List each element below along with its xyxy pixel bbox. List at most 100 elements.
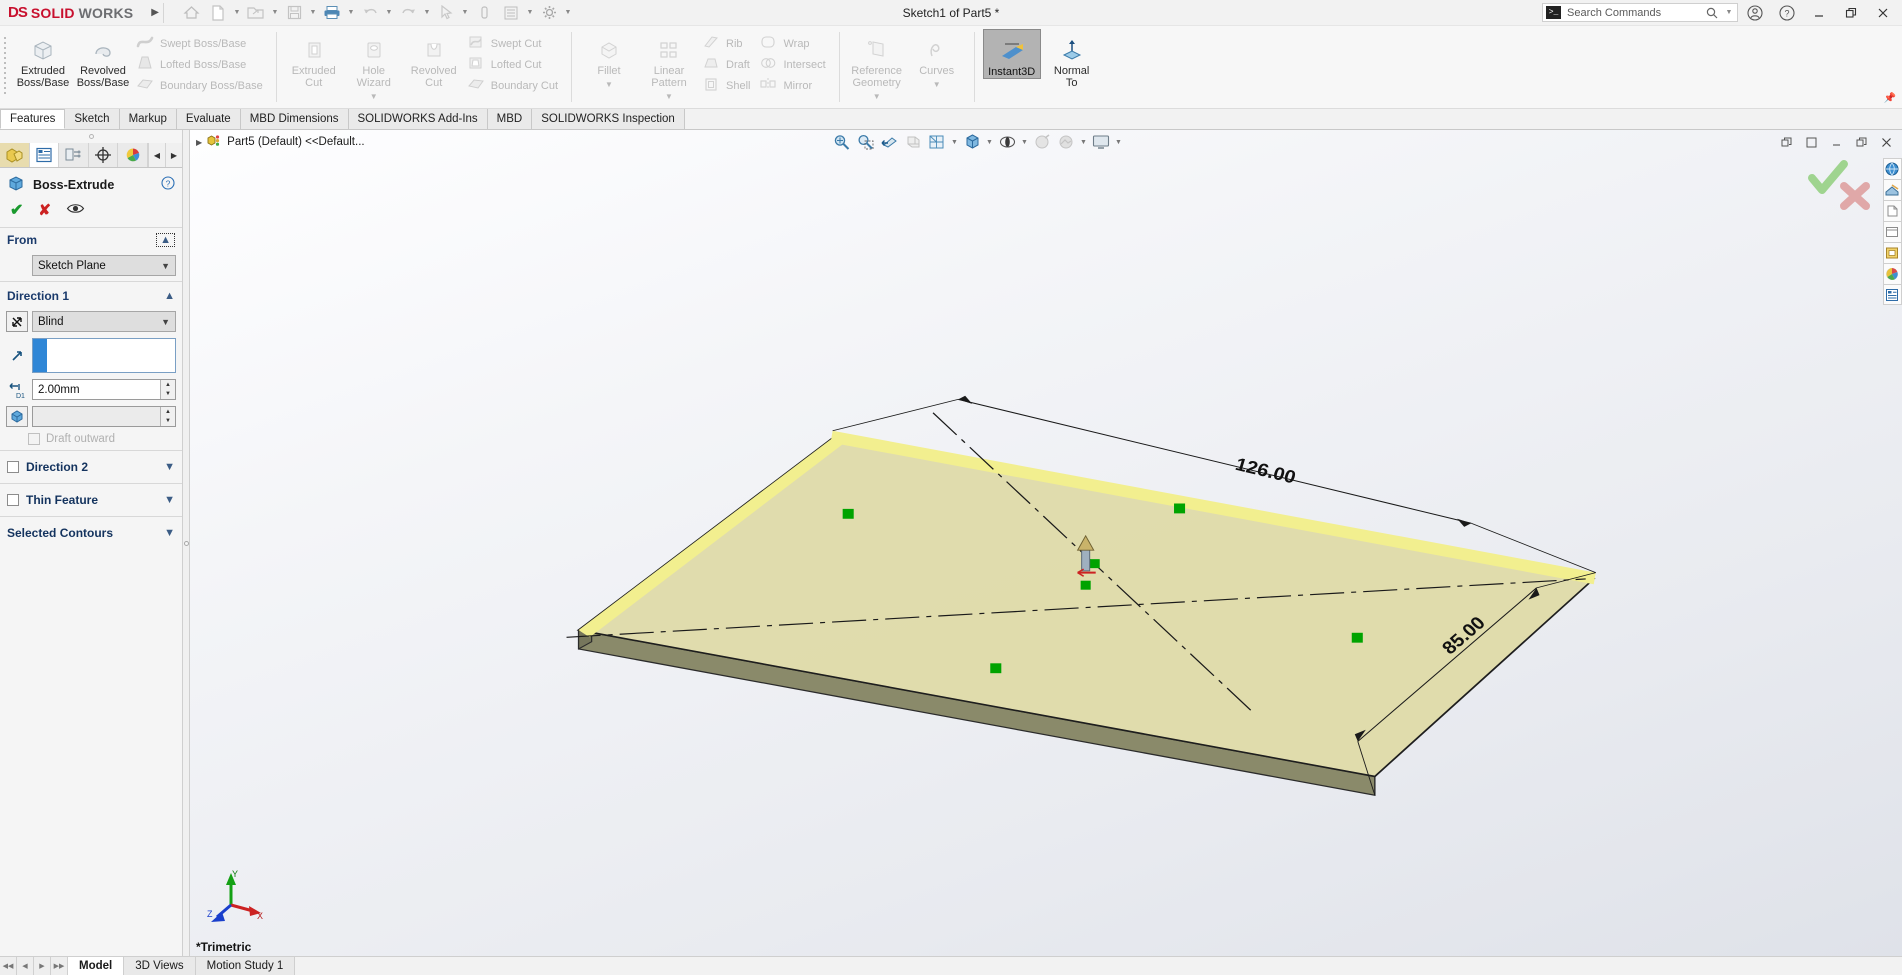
undo-icon[interactable] [357, 2, 383, 24]
display-manager-tab[interactable] [118, 143, 148, 167]
lofted-cut-button[interactable]: Lofted Cut [465, 54, 563, 75]
fillet-dropdown-icon[interactable]: ▼ [605, 79, 613, 91]
instant3d-button[interactable]: Instant3D [982, 29, 1041, 79]
draft-outward-row[interactable]: Draft outward [0, 430, 182, 448]
properties-dropdown-icon[interactable]: ▼ [525, 9, 535, 16]
search-dropdown-icon[interactable]: ▼ [1724, 9, 1734, 16]
restore-button[interactable] [1836, 2, 1866, 24]
tab-nav-last-button[interactable]: ▶▶ [51, 957, 68, 975]
bottom-tab-motion-study[interactable]: Motion Study 1 [195, 957, 296, 975]
help-icon[interactable]: ? [161, 176, 175, 193]
extruded-cut-button[interactable]: Extruded Cut [285, 29, 343, 89]
selected-contours-section-header[interactable]: Selected Contours ▼ [0, 519, 182, 547]
draft-spinner-down[interactable]: ▼ [161, 417, 175, 427]
preview-eye-icon[interactable] [66, 202, 85, 218]
document-properties-icon[interactable] [1882, 284, 1902, 305]
graphics-area[interactable]: ▶ Part5 (Default) <<Default... ▼ ▼ ▼ ▼ ▼… [190, 130, 1902, 956]
end-condition-select[interactable]: Blind ▼ [32, 311, 176, 332]
select-dropdown-icon[interactable]: ▼ [460, 9, 470, 16]
save-dropdown-icon[interactable]: ▼ [308, 9, 318, 16]
hole-wizard-button[interactable]: Hole Wizard ▼ [345, 29, 403, 103]
ribbon-grip[interactable] [0, 26, 9, 108]
save-icon[interactable] [281, 2, 307, 24]
draft-angle-input[interactable]: ▲ ▼ [32, 406, 176, 427]
configuration-manager-tab[interactable] [59, 143, 89, 167]
depth-input[interactable]: 2.00mm ▲ ▼ [32, 379, 176, 400]
direction2-section-header[interactable]: Direction 2 ▼ [0, 453, 182, 481]
cancel-button[interactable]: ✘ [38, 201, 51, 219]
view-palette-icon[interactable] [1882, 221, 1902, 242]
bottom-tab-model[interactable]: Model [68, 957, 125, 975]
direction2-checkbox[interactable] [7, 461, 19, 473]
direction1-collapse-icon[interactable]: ▲ [164, 290, 175, 302]
help-icon[interactable]: ? [1772, 2, 1802, 24]
bottom-tab-3d-views[interactable]: 3D Views [124, 957, 196, 975]
home-icon[interactable] [178, 2, 204, 24]
open-folder-icon[interactable] [243, 2, 269, 24]
tab-nav-prev-button[interactable]: ◀ [17, 957, 34, 975]
options-gear-icon[interactable] [536, 2, 562, 24]
manager-tab-prev-button[interactable]: ◀ [148, 143, 165, 167]
linear-pattern-button[interactable]: Linear Pattern ▼ [640, 29, 698, 103]
from-section-header[interactable]: From ▲ [0, 228, 182, 252]
draft-outward-checkbox[interactable] [28, 433, 40, 445]
shell-button[interactable]: Shell [700, 75, 755, 96]
revolved-cut-button[interactable]: Revolved Cut [405, 29, 463, 89]
tab-nav-next-button[interactable]: ▶ [34, 957, 51, 975]
appearances-scenes-icon[interactable] [1882, 242, 1902, 263]
rebuild-icon[interactable] [471, 2, 497, 24]
user-account-icon[interactable] [1740, 2, 1770, 24]
curves-button[interactable]: Curves ▼ [908, 29, 966, 91]
direction1-section-header[interactable]: Direction 1 ▲ [0, 284, 182, 308]
depth-spinner-up[interactable]: ▲ [161, 380, 175, 390]
swept-boss-base-button[interactable]: Swept Boss/Base [134, 33, 268, 54]
new-document-dropdown-icon[interactable]: ▼ [232, 9, 242, 16]
model-viewport[interactable]: 126.00 85.00 [190, 130, 1902, 956]
normal-to-button[interactable]: Normal To [1043, 29, 1101, 89]
custom-properties-icon[interactable] [1882, 263, 1902, 284]
panel-grip[interactable] [0, 130, 182, 143]
thin-feature-section-header[interactable]: Thin Feature ▼ [0, 486, 182, 514]
draft-on-off-button[interactable] [6, 406, 28, 427]
open-dropdown-icon[interactable]: ▼ [270, 9, 280, 16]
property-manager-tab[interactable] [29, 143, 60, 167]
print-icon[interactable] [319, 2, 345, 24]
solidworks-logo[interactable]: DS SOLID WORKS ▶ [0, 4, 159, 21]
lofted-boss-base-button[interactable]: Lofted Boss/Base [134, 54, 268, 75]
direction-vector-selection-box[interactable] [32, 338, 176, 373]
file-explorer-icon[interactable] [1882, 200, 1902, 221]
curves-dropdown-icon[interactable]: ▼ [933, 79, 941, 91]
reference-geometry-button[interactable]: Reference Geometry ▼ [848, 29, 906, 103]
panel-splitter[interactable] [183, 130, 190, 956]
thin-feature-expand-icon[interactable]: ▼ [164, 494, 175, 506]
design-library-icon[interactable] [1882, 179, 1902, 200]
intersect-button[interactable]: Intersect [757, 54, 830, 75]
boundary-boss-base-button[interactable]: Boundary Boss/Base [134, 75, 268, 96]
hole-wizard-dropdown-icon[interactable]: ▼ [370, 91, 378, 103]
search-commands-box[interactable]: >_ Search Commands ▼ [1542, 3, 1738, 22]
redo-dropdown-icon[interactable]: ▼ [422, 9, 432, 16]
selected-contours-expand-icon[interactable]: ▼ [164, 527, 175, 539]
depth-spinner-down[interactable]: ▼ [161, 390, 175, 400]
close-button[interactable] [1868, 2, 1898, 24]
feature-manager-tree-tab[interactable] [0, 143, 30, 167]
print-dropdown-icon[interactable]: ▼ [346, 9, 356, 16]
draft-spinner-up[interactable]: ▲ [161, 407, 175, 417]
from-collapse-icon[interactable]: ▲ [156, 233, 175, 247]
new-document-icon[interactable] [205, 2, 231, 24]
extruded-boss-base-button[interactable]: Extruded Boss/Base [14, 29, 72, 89]
tab-features[interactable]: Features [0, 109, 66, 129]
direction2-expand-icon[interactable]: ▼ [164, 461, 175, 473]
accept-button[interactable]: ✔ [10, 200, 23, 220]
fillet-button[interactable]: Fillet ▼ [580, 29, 638, 91]
tab-markup[interactable]: Markup [119, 109, 177, 129]
boundary-cut-button[interactable]: Boundary Cut [465, 75, 563, 96]
ribbon-pin-icon[interactable]: 📌 [1884, 93, 1896, 104]
tab-evaluate[interactable]: Evaluate [176, 109, 241, 129]
tab-nav-first-button[interactable]: ◀◀ [0, 957, 17, 975]
thin-feature-checkbox[interactable] [7, 494, 19, 506]
tab-mbd[interactable]: MBD [487, 109, 533, 129]
manager-tab-next-button[interactable]: ▶ [165, 143, 182, 167]
select-pointer-icon[interactable] [433, 2, 459, 24]
tab-solidworks-inspection[interactable]: SOLIDWORKS Inspection [532, 109, 685, 129]
